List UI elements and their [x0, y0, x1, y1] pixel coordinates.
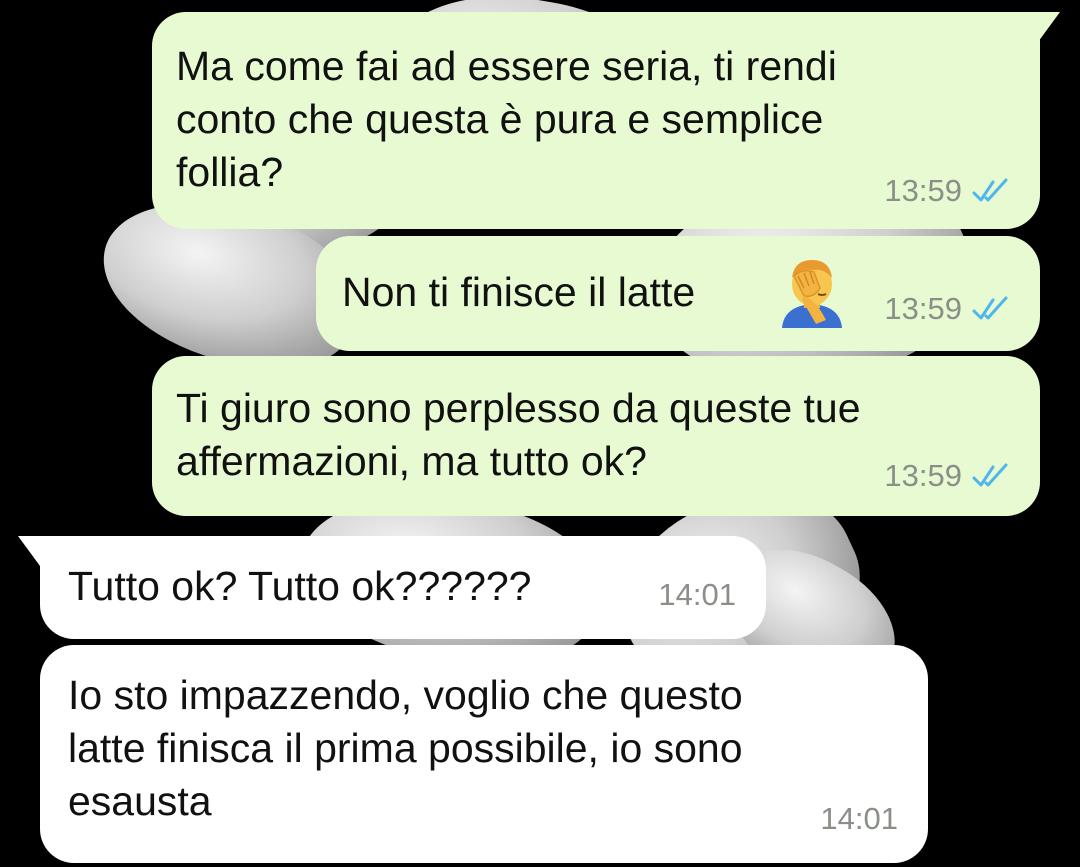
- message-bubble-incoming[interactable]: Tutto ok? Tutto ok?????? 14:01: [18, 536, 766, 639]
- message-meta: 13:59: [884, 282, 1012, 335]
- bubble-tail: [18, 536, 40, 566]
- message-text: Io sto impazzendo, voglio che questo lat…: [68, 672, 743, 824]
- message-text: Non ti finisce il latte: [342, 269, 696, 315]
- facepalm-emoji: [782, 260, 842, 328]
- message-text: Ma come fai ad essere seria, ti rendi co…: [176, 43, 837, 195]
- message-text: Ti giuro sono perplesso da queste tue af…: [176, 385, 861, 484]
- message-meta: 14:01: [820, 792, 898, 845]
- message-time: 13:59: [884, 458, 962, 493]
- message-bubble-outgoing[interactable]: Non ti finisce il latte 13:59: [316, 236, 1040, 351]
- message-text: Tutto ok? Tutto ok??????: [68, 563, 532, 609]
- message-bubble-outgoing[interactable]: Ma come fai ad essere seria, ti rendi co…: [152, 12, 1060, 229]
- bubble-tail: [1038, 12, 1060, 42]
- message-meta: 14:01: [658, 568, 736, 621]
- message-time: 13:59: [884, 291, 962, 326]
- message-time: 14:01: [658, 577, 736, 612]
- message-time: 14:01: [820, 801, 898, 836]
- read-double-check-icon: [972, 296, 1008, 319]
- read-double-check-icon: [972, 178, 1008, 201]
- message-bubble-outgoing[interactable]: Ti giuro sono perplesso da queste tue af…: [152, 356, 1040, 516]
- message-time: 13:59: [884, 173, 962, 208]
- message-meta: 13:59: [884, 164, 1012, 217]
- read-double-check-icon: [972, 463, 1008, 486]
- message-bubble-incoming[interactable]: Io sto impazzendo, voglio che questo lat…: [40, 645, 928, 863]
- message-meta: 13:59: [884, 449, 1012, 502]
